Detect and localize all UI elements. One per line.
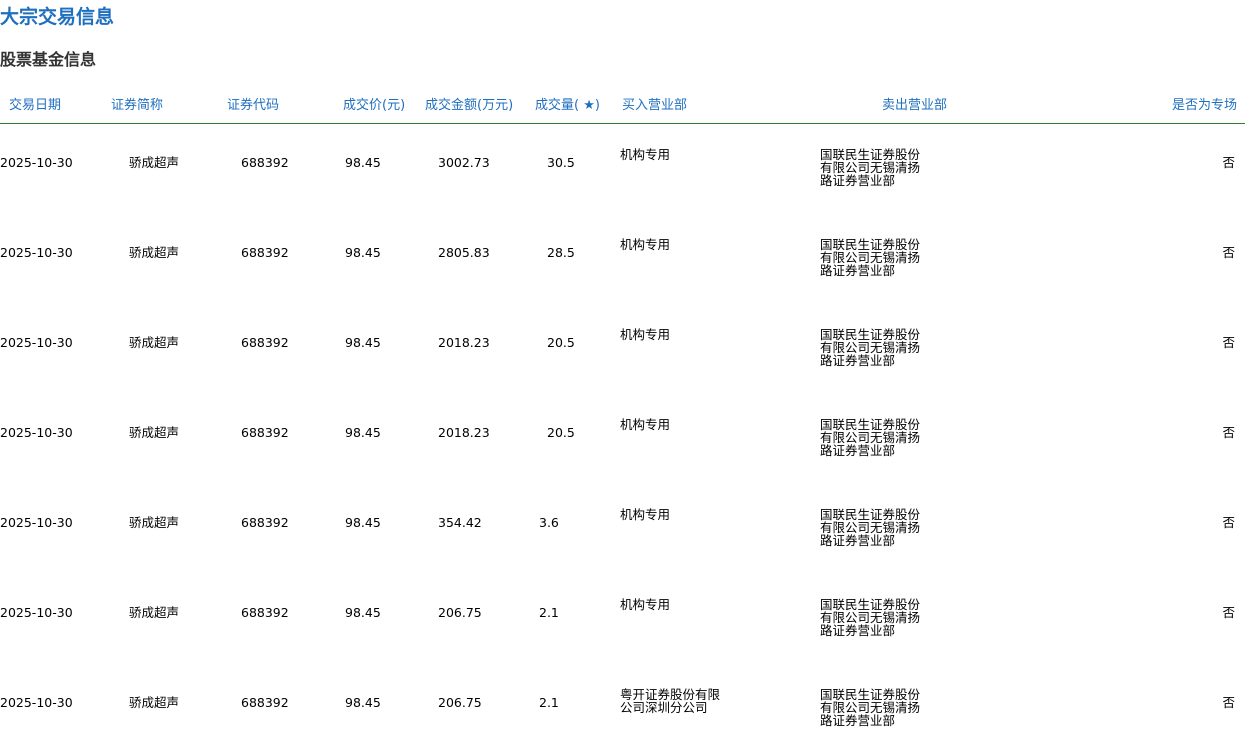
cell-special: 否: [1222, 425, 1235, 440]
cell-amount: 206.75: [438, 605, 482, 620]
cell-sell-branch: 国联民生证券股份有限公司无锡清扬路证券营业部: [820, 238, 921, 277]
cell-amount: 2805.83: [438, 245, 490, 260]
header-sell-branch[interactable]: 卖出营业部: [882, 96, 947, 116]
cell-price: 98.45: [345, 605, 381, 620]
cell-date: 2025-10-30: [0, 245, 73, 260]
cell-sell-branch: 国联民生证券股份有限公司无锡清扬路证券营业部: [820, 508, 921, 547]
cell-date: 2025-10-30: [0, 515, 73, 530]
cell-volume: 30.5: [547, 155, 575, 170]
cell-special: 否: [1222, 245, 1235, 260]
cell-name[interactable]: 骄成超声: [129, 606, 179, 619]
cell-sell-branch: 国联民生证券股份有限公司无锡清扬路证券营业部: [820, 418, 921, 457]
header-amount[interactable]: 成交金额(万元): [425, 96, 513, 116]
cell-buy-branch: 机构专用: [620, 598, 671, 611]
cell-sell-branch: 国联民生证券股份有限公司无锡清扬路证券营业部: [820, 328, 921, 367]
cell-price: 98.45: [345, 695, 381, 710]
cell-date: 2025-10-30: [0, 425, 73, 440]
cell-amount: 3002.73: [438, 155, 490, 170]
cell-price: 98.45: [345, 245, 381, 260]
cell-name[interactable]: 骄成超声: [129, 516, 179, 529]
section-title: 股票基金信息: [0, 50, 97, 69]
cell-special: 否: [1222, 515, 1235, 530]
cell-code[interactable]: 688392: [241, 426, 289, 439]
table-row: 2025-10-30 骄成超声 688392 98.45 3002.73 30.…: [0, 124, 1245, 214]
cell-buy-branch: 粤开证券股份有限公司深圳分公司: [620, 688, 721, 714]
cell-name[interactable]: 骄成超声: [129, 156, 179, 169]
cell-volume: 20.5: [547, 425, 575, 440]
cell-name[interactable]: 骄成超声: [129, 336, 179, 349]
page-title: 大宗交易信息: [0, 6, 115, 28]
cell-special: 否: [1222, 695, 1235, 710]
cell-code[interactable]: 688392: [241, 606, 289, 619]
cell-buy-branch: 机构专用: [620, 328, 671, 341]
table-header: 交易日期 证券简称 证券代码 成交价(元) 成交金额(万元) 成交量( ★) 买…: [0, 92, 1245, 124]
header-date[interactable]: 交易日期: [9, 96, 61, 116]
header-buy-branch[interactable]: 买入营业部: [622, 96, 687, 116]
cell-amount: 2018.23: [438, 425, 490, 440]
cell-volume: 20.5: [547, 335, 575, 350]
cell-sell-branch: 国联民生证券股份有限公司无锡清扬路证券营业部: [820, 148, 921, 187]
header-volume[interactable]: 成交量( ★): [535, 96, 600, 116]
cell-code[interactable]: 688392: [241, 156, 289, 169]
cell-name[interactable]: 骄成超声: [129, 246, 179, 259]
cell-volume: 28.5: [547, 245, 575, 260]
table-row: 2025-10-30 骄成超声 688392 98.45 2805.83 28.…: [0, 214, 1245, 304]
cell-date: 2025-10-30: [0, 335, 73, 350]
cell-volume: 2.1: [539, 695, 559, 710]
cell-special: 否: [1222, 335, 1235, 350]
cell-price: 98.45: [345, 155, 381, 170]
cell-buy-branch: 机构专用: [620, 148, 671, 161]
cell-price: 98.45: [345, 425, 381, 440]
header-code[interactable]: 证券代码: [227, 96, 279, 116]
table-row: 2025-10-30 骄成超声 688392 98.45 354.42 3.6 …: [0, 484, 1245, 574]
cell-date: 2025-10-30: [0, 605, 73, 620]
cell-code[interactable]: 688392: [241, 696, 289, 709]
cell-buy-branch: 机构专用: [620, 418, 671, 431]
header-special[interactable]: 是否为专场: [1172, 96, 1237, 116]
cell-volume: 3.6: [539, 515, 559, 530]
cell-amount: 354.42: [438, 515, 482, 530]
cell-special: 否: [1222, 155, 1235, 170]
cell-code[interactable]: 688392: [241, 516, 289, 529]
cell-code[interactable]: 688392: [241, 336, 289, 349]
cell-name[interactable]: 骄成超声: [129, 426, 179, 439]
cell-buy-branch: 机构专用: [620, 508, 671, 521]
table-row: 2025-10-30 骄成超声 688392 98.45 2018.23 20.…: [0, 304, 1245, 394]
cell-sell-branch: 国联民生证券股份有限公司无锡清扬路证券营业部: [820, 688, 921, 727]
cell-code[interactable]: 688392: [241, 246, 289, 259]
cell-price: 98.45: [345, 515, 381, 530]
table-row: 2025-10-30 骄成超声 688392 98.45 206.75 2.1 …: [0, 574, 1245, 664]
cell-buy-branch: 机构专用: [620, 238, 671, 251]
cell-name[interactable]: 骄成超声: [129, 696, 179, 709]
cell-amount: 206.75: [438, 695, 482, 710]
header-name[interactable]: 证券简称: [111, 96, 163, 116]
table-row: 2025-10-30 骄成超声 688392 98.45 206.75 2.1 …: [0, 664, 1245, 754]
cell-date: 2025-10-30: [0, 155, 73, 170]
cell-amount: 2018.23: [438, 335, 490, 350]
cell-sell-branch: 国联民生证券股份有限公司无锡清扬路证券营业部: [820, 598, 921, 637]
cell-volume: 2.1: [539, 605, 559, 620]
cell-price: 98.45: [345, 335, 381, 350]
cell-date: 2025-10-30: [0, 695, 73, 710]
cell-special: 否: [1222, 605, 1235, 620]
table-row: 2025-10-30 骄成超声 688392 98.45 2018.23 20.…: [0, 394, 1245, 484]
header-price[interactable]: 成交价(元): [343, 96, 405, 116]
